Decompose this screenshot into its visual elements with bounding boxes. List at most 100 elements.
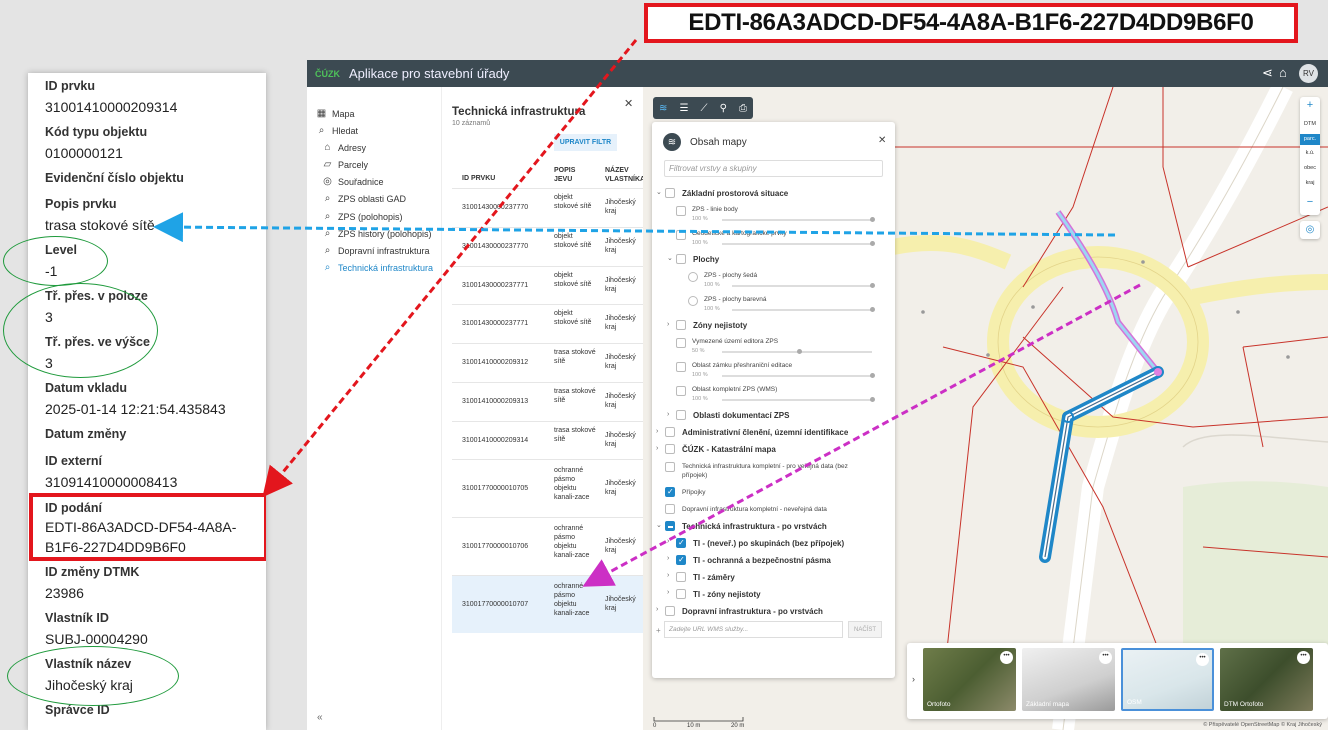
column-header-popis[interactable]: POPIS JEVU: [554, 166, 594, 184]
nav-item-mapa[interactable]: ▦ Mapa: [315, 108, 355, 119]
chevron-right-icon[interactable]: ›: [667, 411, 669, 418]
chevron-right-icon[interactable]: ›: [667, 572, 669, 579]
table-row[interactable]: 31001410000209312 trasa stokové sítě Jihoč…: [452, 343, 644, 382]
add-icon[interactable]: +: [656, 626, 661, 635]
wms-url-input[interactable]: Zadejte URL WMS služby...: [664, 621, 843, 638]
share-icon[interactable]: ⋖: [1262, 65, 1273, 81]
layer-checkbox[interactable]: [676, 230, 686, 240]
layer-checkbox[interactable]: [676, 589, 686, 599]
table-row[interactable]: 31001430000237771 objekt stokové sítě Jiho…: [452, 266, 644, 304]
level-highlight-circle: [3, 236, 108, 286]
opacity-slider[interactable]: [722, 373, 875, 378]
layer-checkbox[interactable]: [676, 410, 686, 420]
locate-icon[interactable]: ◎: [1300, 221, 1320, 239]
nav-item-dopravni-infrastruktura[interactable]: ⌕ Dopravní infrastruktura: [321, 245, 430, 256]
chevron-down-icon[interactable]: ⌄: [667, 254, 673, 262]
table-row[interactable]: 31001770000010706 ochranné pásmo objektu …: [452, 517, 644, 575]
layer-checkbox[interactable]: [676, 338, 686, 348]
table-row[interactable]: 31001770000010705 ochranné pásmo objektu …: [452, 459, 644, 517]
basemap-osm[interactable]: OSM •••: [1121, 648, 1214, 711]
zoom-level-obec[interactable]: obec: [1300, 165, 1320, 176]
zoom-level-ku[interactable]: k.ú.: [1300, 150, 1320, 161]
map-canvas[interactable]: ≋ ☰ ⟋ ⚲ ⎙ ≋ Obsah mapy ✕ Filtrovat vrstv…: [643, 87, 1328, 730]
layer-checkbox[interactable]: [665, 462, 675, 472]
nav-item-technicka-infrastruktura[interactable]: ⌕ Technická infrastruktura: [321, 262, 433, 273]
layer-checkbox[interactable]: [665, 504, 675, 514]
avatar[interactable]: RV: [1299, 64, 1318, 83]
nav-item-zps-history[interactable]: ⌕ ZPS history (polohopis): [321, 228, 432, 239]
more-icon[interactable]: •••: [1099, 651, 1112, 664]
opacity-slider[interactable]: [722, 397, 875, 402]
layer-checkbox[interactable]: [665, 188, 675, 198]
layer-checkbox[interactable]: [676, 572, 686, 582]
nav-item-zps-polohopis[interactable]: ⌕ ZPS (polohopis): [321, 211, 403, 222]
layer-checkbox[interactable]: [665, 444, 675, 454]
chevron-down-icon[interactable]: ⌄: [656, 521, 662, 529]
table-row[interactable]: 31001410000209314 trasa stokové sítě Jihoč…: [452, 421, 644, 459]
layer-checkbox[interactable]: [676, 320, 686, 330]
map-attribution: © Přispěvatelé OpenStreetMap © Kraj Jiho…: [1203, 722, 1322, 728]
close-icon[interactable]: ✕: [624, 97, 633, 110]
layer-checkbox-checked[interactable]: [665, 487, 675, 497]
nav-item-hledat[interactable]: ⌕ Hledat: [315, 125, 358, 136]
basemap-dtm-ortofoto[interactable]: DTM Ortofoto •••: [1220, 648, 1313, 711]
table-row[interactable]: 31001410000209313 trasa stokové sítě Jihoč…: [452, 382, 644, 421]
basemap-ortofoto[interactable]: Ortofoto •••: [923, 648, 1016, 711]
column-header-vlastnik[interactable]: NÁZEV VLASTNÍKA: [605, 166, 645, 184]
layer-checkbox-checked[interactable]: [676, 555, 686, 565]
basemap-zakladni-mapa[interactable]: Základní mapa •••: [1022, 648, 1115, 711]
zoom-level-dtm[interactable]: DTM: [1300, 121, 1320, 132]
more-icon[interactable]: •••: [1196, 653, 1209, 666]
more-icon[interactable]: •••: [1297, 651, 1310, 664]
layer-filter-input[interactable]: Filtrovat vrstvy a skupiny: [664, 160, 883, 177]
edit-filter-button[interactable]: UPRAVIT FILTR: [554, 134, 617, 151]
layer-checkbox[interactable]: [665, 606, 675, 616]
layer-checkbox[interactable]: [665, 427, 675, 437]
column-header-id[interactable]: ID PRVKU: [462, 174, 495, 183]
list-icon[interactable]: ☰: [679, 103, 688, 114]
print-icon[interactable]: ⎙: [739, 103, 747, 114]
layer-radio[interactable]: [688, 272, 698, 282]
layer-checkbox[interactable]: [676, 386, 686, 396]
layer-checkbox-partial[interactable]: [665, 521, 675, 531]
opacity-slider[interactable]: [722, 241, 875, 246]
layer-radio[interactable]: [688, 296, 698, 306]
zoom-out-button[interactable]: −: [1300, 196, 1320, 208]
table-row[interactable]: 31001430000237771 objekt stokové sítě Jiho…: [452, 304, 644, 343]
chevron-right-icon[interactable]: ›: [912, 674, 915, 684]
layer-checkbox[interactable]: [676, 206, 686, 216]
zoom-in-button[interactable]: +: [1300, 99, 1320, 111]
nav-item-parcely[interactable]: ▱ Parcely: [321, 159, 368, 170]
more-icon[interactable]: •••: [1000, 651, 1013, 664]
chevron-right-icon[interactable]: ›: [656, 445, 658, 452]
close-icon[interactable]: ✕: [878, 135, 886, 146]
ruler-icon[interactable]: ⟋: [701, 103, 708, 114]
table-row[interactable]: 31001770000010707 ochranné pásmo objektu …: [452, 575, 644, 633]
nav-item-adresy[interactable]: ⌂ Adresy: [321, 142, 366, 153]
nav-item-souradnice[interactable]: ◎ Souřadnice: [321, 176, 383, 187]
chevron-right-icon[interactable]: ›: [667, 321, 669, 328]
chevron-right-icon[interactable]: ›: [667, 538, 669, 545]
table-row[interactable]: 31001430000237770 objekt stokové sítě Jiho…: [452, 188, 644, 227]
opacity-slider[interactable]: [732, 283, 875, 288]
table-row[interactable]: 31001430000237770 objekt stokové sítě Jiho…: [452, 227, 644, 266]
layer-checkbox[interactable]: [676, 362, 686, 372]
chevron-right-icon[interactable]: ›: [656, 606, 658, 613]
layer-checkbox-checked[interactable]: [676, 538, 686, 548]
chevron-down-icon[interactable]: ⌄: [656, 188, 662, 196]
layers-icon[interactable]: ≋: [659, 103, 667, 114]
pin-icon[interactable]: ⚲: [720, 103, 727, 114]
nav-item-zps-oblasti-gad[interactable]: ⌕ ZPS oblasti GAD: [321, 193, 406, 204]
zoom-level-kraj[interactable]: kraj: [1300, 180, 1320, 191]
zoom-level-parcely[interactable]: parc.: [1300, 134, 1320, 145]
collapse-sidebar-icon[interactable]: «: [317, 712, 323, 723]
home-icon[interactable]: ⌂: [1279, 65, 1287, 80]
layer-checkbox[interactable]: [676, 254, 686, 264]
chevron-right-icon[interactable]: ›: [667, 589, 669, 596]
load-wms-button[interactable]: NAČÍST: [848, 621, 882, 638]
chevron-right-icon[interactable]: ›: [656, 428, 658, 435]
opacity-slider[interactable]: [722, 217, 875, 222]
opacity-slider[interactable]: [732, 307, 875, 312]
opacity-slider[interactable]: [722, 349, 872, 354]
chevron-right-icon[interactable]: ›: [667, 555, 669, 562]
